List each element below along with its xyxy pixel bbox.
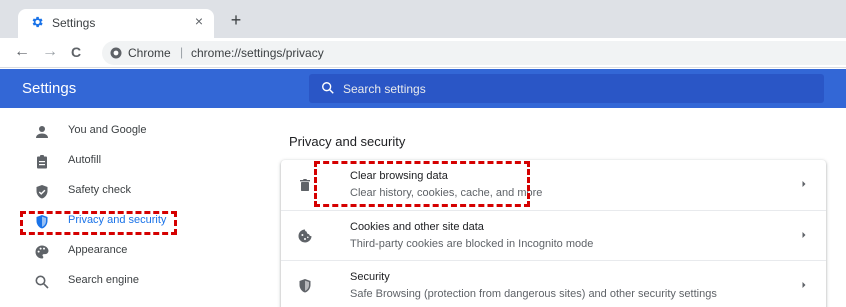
arrow-right-icon: [802, 181, 806, 187]
new-tab-button[interactable]: +: [226, 10, 246, 30]
gear-icon: [32, 16, 43, 28]
row-subtitle: Safe Browsing (protection from dangerous…: [350, 288, 717, 300]
sidebar-item-appearance[interactable]: Appearance: [0, 238, 240, 266]
security-row[interactable]: Security Safe Browsing (protection from …: [281, 260, 826, 307]
address-bar[interactable]: Chrome | chrome://settings/privacy: [102, 41, 846, 65]
sidebar-item-label: Safety check: [68, 184, 131, 196]
row-title: Security: [350, 271, 390, 283]
omnibox-separator: |: [180, 45, 184, 59]
settings-header: Settings: [0, 69, 846, 108]
sidebar-item-you-and-google[interactable]: You and Google: [0, 118, 240, 146]
tab-strip: Settings × +: [0, 0, 846, 38]
cookies-row[interactable]: Cookies and other site data Third-party …: [281, 210, 826, 260]
sidebar-item-autofill[interactable]: Autofill: [0, 148, 240, 176]
arrow-right-icon: [802, 282, 806, 288]
tab-settings[interactable]: Settings ×: [18, 9, 214, 38]
search-icon: [35, 275, 49, 289]
chrome-icon: [110, 47, 122, 59]
clipboard-icon: [37, 155, 47, 169]
tab-title: Settings: [52, 16, 96, 30]
sidebar: You and Google Autofill Safety check Pri…: [0, 108, 240, 307]
row-title: Cookies and other site data: [350, 221, 484, 233]
shield-icon: [299, 279, 311, 293]
page-title: Settings: [22, 80, 77, 97]
main-content: Privacy and security Clear browsing data…: [240, 108, 846, 307]
row-subtitle: Third-party cookies are blocked in Incog…: [350, 238, 594, 250]
sidebar-item-safety-check[interactable]: Safety check: [0, 178, 240, 206]
trash-icon: [300, 179, 310, 191]
reload-button[interactable]: C: [66, 42, 86, 62]
omnibox-label: Chrome: [128, 46, 171, 60]
search-icon: [322, 82, 334, 94]
close-icon[interactable]: ×: [190, 12, 208, 30]
palette-icon: [35, 245, 49, 259]
browser-window: Settings × + ← → C Chrome | chrome://set…: [0, 0, 846, 307]
sidebar-item-label: You and Google: [68, 124, 147, 136]
search-input[interactable]: [343, 74, 813, 103]
url-text: chrome://settings/privacy: [191, 46, 324, 60]
highlight-privacy-and-security: [20, 211, 177, 235]
cookie-icon: [298, 229, 312, 243]
back-button[interactable]: ←: [12, 42, 32, 62]
arrow-right-icon: [802, 232, 806, 238]
sidebar-item-label: Search engine: [68, 274, 139, 286]
search-box[interactable]: [309, 74, 824, 103]
section-title: Privacy and security: [289, 134, 406, 149]
forward-button[interactable]: →: [40, 42, 60, 62]
sidebar-item-search-engine[interactable]: Search engine: [0, 268, 240, 296]
highlight-clear-browsing-data: [314, 161, 530, 207]
browser-toolbar: ← → C Chrome | chrome://settings/privacy: [0, 38, 846, 68]
shield-check-icon: [36, 185, 48, 199]
person-icon: [36, 126, 48, 138]
sidebar-item-label: Appearance: [68, 244, 128, 256]
sidebar-item-label: Autofill: [68, 154, 102, 166]
